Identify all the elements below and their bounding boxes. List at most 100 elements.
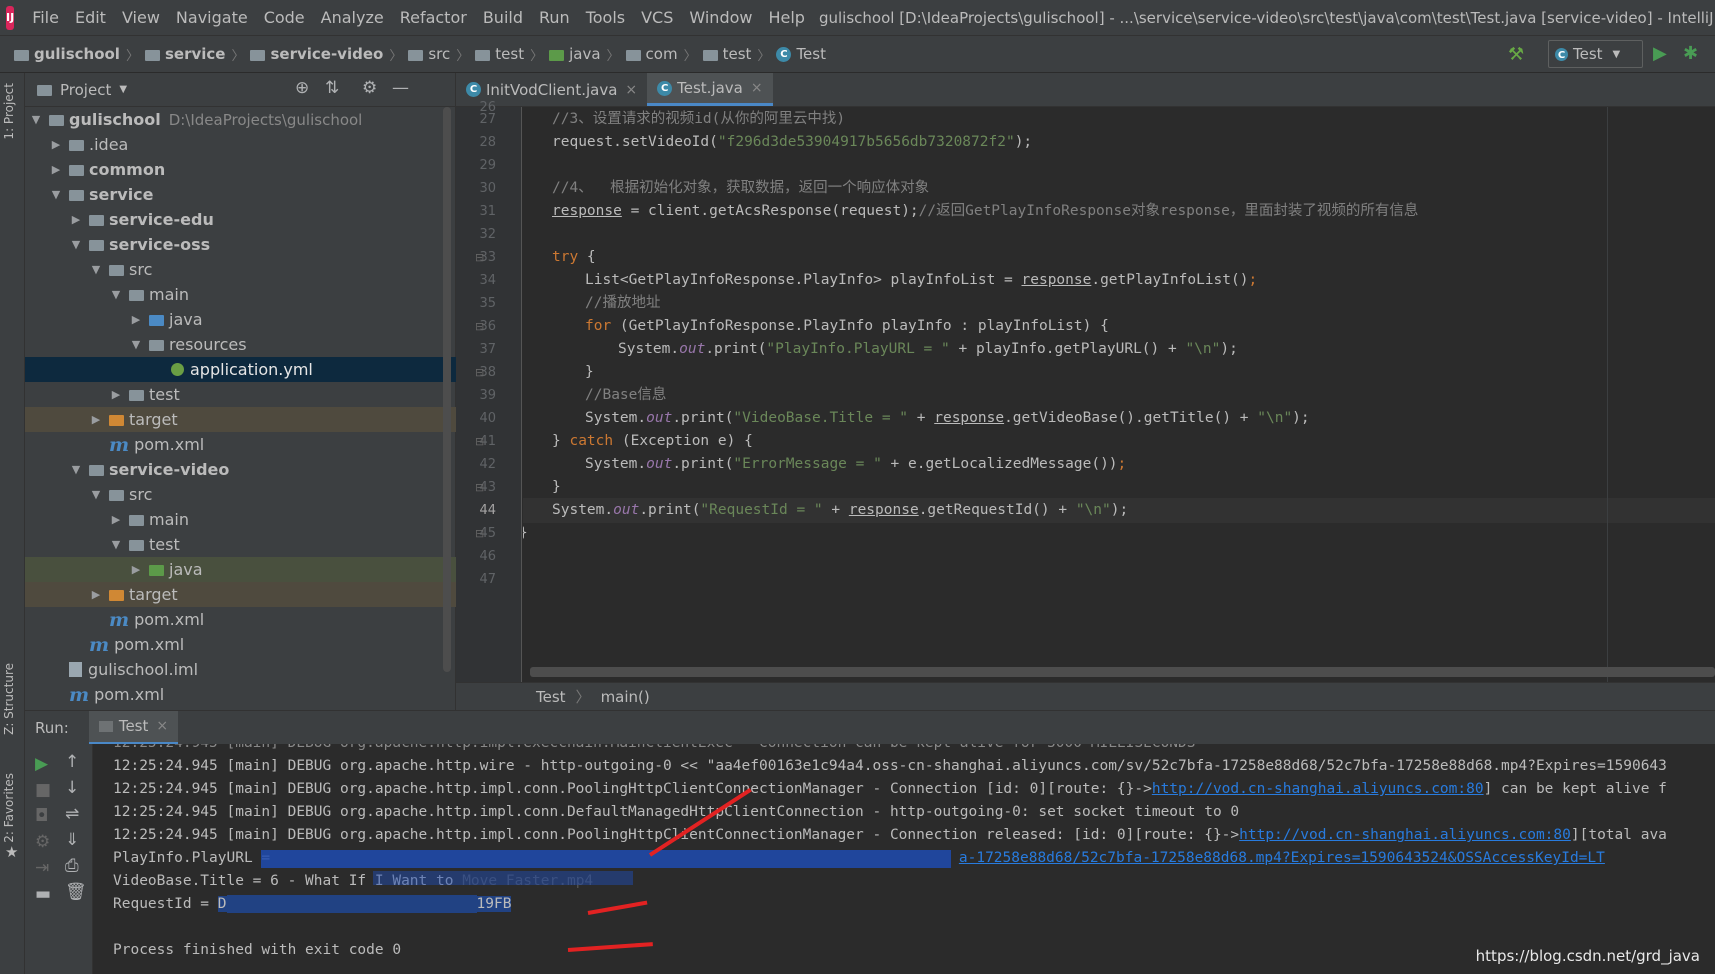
tree-item-src[interactable]: ▼ src: [25, 482, 456, 507]
tree-item-gulischool-iml[interactable]: gulischool.iml: [25, 657, 456, 682]
breadcrumb-method[interactable]: main(): [601, 688, 650, 706]
crumb-test-package[interactable]: test: [699, 45, 756, 63]
rerun-icon[interactable]: ▶: [35, 754, 48, 774]
fold-marker-icon[interactable]: ⊟: [475, 320, 484, 333]
editor-horizontal-scrollbar[interactable]: [530, 667, 1715, 677]
gear-icon[interactable]: ⚙: [362, 78, 377, 98]
up-arrow-icon[interactable]: ↑: [65, 752, 79, 772]
expanded-arrow-icon[interactable]: ▼: [29, 113, 43, 126]
crumb-src[interactable]: src: [404, 45, 454, 63]
menu-window[interactable]: Window: [681, 0, 760, 35]
collapsed-arrow-icon[interactable]: ▶: [69, 213, 83, 226]
tree-item-pom-xml[interactable]: m pom.xml: [25, 432, 456, 457]
menu-vcs[interactable]: VCS: [633, 0, 681, 35]
gear-icon[interactable]: ⚙: [35, 832, 50, 852]
tree-item-pom-xml[interactable]: m pom.xml: [25, 682, 456, 707]
crumb-test[interactable]: test: [471, 45, 528, 63]
locate-target-icon[interactable]: ⊕: [295, 78, 309, 98]
collapsed-arrow-icon[interactable]: ▶: [49, 138, 63, 151]
expanded-arrow-icon[interactable]: ▼: [49, 188, 63, 201]
down-arrow-icon[interactable]: ↓: [65, 778, 79, 798]
expanded-arrow-icon[interactable]: ▼: [89, 488, 103, 501]
tree-item-java[interactable]: ▶ java: [25, 557, 456, 582]
menu-help[interactable]: Help: [760, 0, 812, 35]
menu-tools[interactable]: Tools: [578, 0, 633, 35]
menu-view[interactable]: View: [114, 0, 168, 35]
tree-item-java[interactable]: ▶ java: [25, 307, 456, 332]
crumb-service-video[interactable]: service-video: [246, 45, 387, 63]
run-play-icon[interactable]: ▶: [1653, 43, 1667, 64]
tab-test-java[interactable]: C Test.java ×: [647, 73, 773, 106]
run-configuration-select[interactable]: C Test ▼: [1548, 40, 1643, 68]
layout-icon[interactable]: ▬: [35, 884, 51, 904]
fold-marker-icon[interactable]: ⊟: [475, 251, 484, 264]
expanded-arrow-icon[interactable]: ▼: [89, 263, 103, 276]
crumb-service[interactable]: service: [141, 45, 229, 63]
tree-item-main[interactable]: ▼ main: [25, 282, 456, 307]
tree-item-service[interactable]: ▼ service: [25, 182, 456, 207]
expanded-arrow-icon[interactable]: ▼: [109, 538, 123, 551]
tree-item-gulischool[interactable]: ▼ gulischool D:\IdeaProjects\gulischool: [25, 107, 456, 132]
menu-navigate[interactable]: Navigate: [168, 0, 256, 35]
collapsed-arrow-icon[interactable]: ▶: [89, 413, 103, 426]
project-view-selector[interactable]: Project: [60, 81, 111, 99]
menu-run[interactable]: Run: [531, 0, 578, 35]
build-hammer-icon[interactable]: ⚒: [1508, 44, 1524, 65]
tree-scrollbar[interactable]: [443, 107, 451, 672]
crumb-gulischool[interactable]: gulischool: [10, 45, 124, 63]
collapsed-arrow-icon[interactable]: ▶: [89, 588, 103, 601]
expanded-arrow-icon[interactable]: ▼: [69, 463, 83, 476]
tree-item-src[interactable]: ▼ src: [25, 257, 456, 282]
crumb-java[interactable]: java: [545, 45, 604, 63]
expanded-arrow-icon[interactable]: ▼: [69, 238, 83, 251]
fold-marker-icon[interactable]: ⊟: [475, 435, 484, 448]
tree-item-target[interactable]: ▶ target: [25, 407, 456, 432]
console-link[interactable]: a-17258e88d68/52c7bfa-17258e88d68.mp4?Ex…: [959, 850, 1605, 866]
close-icon[interactable]: ×: [156, 718, 168, 734]
trash-icon[interactable]: 🗑: [65, 882, 87, 902]
expanded-arrow-icon[interactable]: ▼: [129, 338, 143, 351]
breadcrumb-class[interactable]: Test: [536, 688, 566, 706]
stop-icon[interactable]: ■: [35, 780, 51, 800]
hide-panel-icon[interactable]: —: [392, 78, 409, 98]
collapsed-arrow-icon[interactable]: ▶: [109, 388, 123, 401]
tree-item-test[interactable]: ▶ test: [25, 382, 456, 407]
close-icon[interactable]: ×: [751, 80, 763, 96]
fold-marker-icon[interactable]: ⊟: [475, 366, 484, 379]
project-tool-tab[interactable]: 1: Project: [2, 83, 16, 140]
exit-icon[interactable]: ⇥: [35, 858, 49, 878]
menu-file[interactable]: File: [24, 0, 67, 35]
close-icon[interactable]: ×: [625, 82, 637, 98]
console-link[interactable]: http://vod.cn-shanghai.aliyuncs.com:80: [1239, 827, 1571, 843]
collapse-all-icon[interactable]: ⇅: [325, 78, 339, 98]
run-console[interactable]: 12:25:24.945 [main] DEBUG org.apache.htt…: [93, 744, 1715, 974]
tree-item-main[interactable]: ▶ main: [25, 507, 456, 532]
expanded-arrow-icon[interactable]: ▼: [109, 288, 123, 301]
collapsed-arrow-icon[interactable]: ▶: [129, 563, 143, 576]
crumb-com[interactable]: com: [622, 45, 682, 63]
collapsed-arrow-icon[interactable]: ▶: [129, 313, 143, 326]
tree-item-test[interactable]: ▼ test: [25, 532, 456, 557]
tree-item-target[interactable]: ▶ target: [25, 582, 456, 607]
favorites-tool-tab[interactable]: 2: Favorites: [2, 773, 16, 843]
scroll-to-end-icon[interactable]: ⇓: [65, 830, 79, 850]
collapsed-arrow-icon[interactable]: ▶: [109, 513, 123, 526]
fold-marker-icon[interactable]: ⊟: [475, 527, 484, 540]
soft-wrap-icon[interactable]: ⇌: [65, 804, 79, 824]
tree-item-pom-xml[interactable]: m pom.xml: [25, 632, 456, 657]
tree-item-common[interactable]: ▶ common: [25, 157, 456, 182]
tree-item-application-yml[interactable]: application.yml: [25, 357, 456, 382]
fold-marker-icon[interactable]: ⊟: [475, 481, 484, 494]
crumb-test-class[interactable]: C Test: [772, 45, 830, 63]
menu-code[interactable]: Code: [256, 0, 313, 35]
collapsed-arrow-icon[interactable]: ▶: [49, 163, 63, 176]
tree-item-service-video[interactable]: ▼ service-video: [25, 457, 456, 482]
menu-refactor[interactable]: Refactor: [392, 0, 475, 35]
dropdown-arrow-icon[interactable]: ▼: [119, 84, 127, 95]
menu-build[interactable]: Build: [475, 0, 531, 35]
tree-item-service-oss[interactable]: ▼ service-oss: [25, 232, 456, 257]
menu-edit[interactable]: Edit: [67, 0, 114, 35]
code-editor[interactable]: //3、设置请求的视频id(从你的阿里云中找) request.setVideo…: [523, 107, 1715, 682]
print-icon[interactable]: ⎙: [65, 856, 79, 876]
run-tab-test[interactable]: Test ×: [88, 710, 179, 745]
